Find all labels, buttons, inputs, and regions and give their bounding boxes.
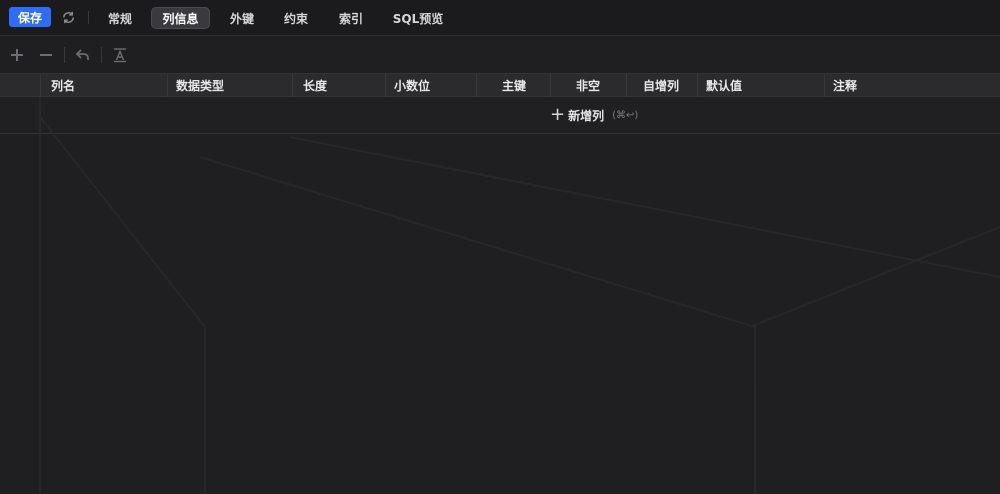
column-header-default[interactable]: 默认值	[706, 74, 742, 97]
column-header-auto-increment[interactable]: 自增列	[643, 74, 679, 97]
column-divider	[40, 74, 41, 97]
undo-icon[interactable]	[75, 47, 91, 63]
column-header-type[interactable]: 数据类型	[176, 74, 224, 97]
column-header-length[interactable]: 长度	[303, 74, 327, 97]
text-format-icon[interactable]	[112, 47, 128, 63]
column-divider	[550, 74, 551, 97]
add-column-label: 新增列	[568, 108, 605, 123]
table-body-empty	[0, 134, 1000, 494]
tab-sql-preview[interactable]: SQL预览	[386, 7, 450, 29]
column-header-not-null[interactable]: 非空	[576, 74, 600, 97]
top-bar: 保存 常规 列信息 外键 约束 索引 SQL预览	[0, 0, 1000, 36]
tab-foreign-keys[interactable]: 外键	[222, 7, 262, 29]
add-column-button[interactable]: + 新增列 (⌘↩)	[550, 106, 638, 124]
plus-icon: +	[550, 104, 566, 125]
table-header: 列名 数据类型 长度 小数位 主键 非空 自增列 默认值 注释	[0, 73, 1000, 97]
add-column-row: + 新增列 (⌘↩)	[0, 97, 1000, 134]
save-button[interactable]: 保存	[9, 7, 51, 27]
column-header-comment[interactable]: 注释	[833, 74, 857, 97]
tab-columns[interactable]: 列信息	[151, 7, 210, 29]
column-header-decimals[interactable]: 小数位	[394, 74, 430, 97]
toolbar	[0, 37, 1000, 73]
tab-constraints[interactable]: 约束	[276, 7, 316, 29]
column-divider	[626, 74, 627, 97]
tab-indexes[interactable]: 索引	[331, 7, 371, 29]
add-column-shortcut: (⌘↩)	[612, 109, 639, 121]
minus-icon[interactable]	[38, 47, 54, 63]
tab-general[interactable]: 常规	[100, 7, 140, 29]
column-divider	[167, 74, 168, 97]
column-divider	[824, 74, 825, 97]
column-divider	[697, 74, 698, 97]
divider	[101, 47, 102, 63]
column-divider	[476, 74, 477, 97]
plus-icon[interactable]	[9, 47, 25, 63]
refresh-icon[interactable]	[61, 10, 76, 25]
column-divider	[385, 74, 386, 97]
divider	[64, 47, 65, 63]
column-header-name[interactable]: 列名	[51, 74, 75, 97]
divider	[88, 11, 89, 24]
column-divider	[292, 74, 293, 97]
column-header-primary-key[interactable]: 主键	[502, 74, 526, 97]
